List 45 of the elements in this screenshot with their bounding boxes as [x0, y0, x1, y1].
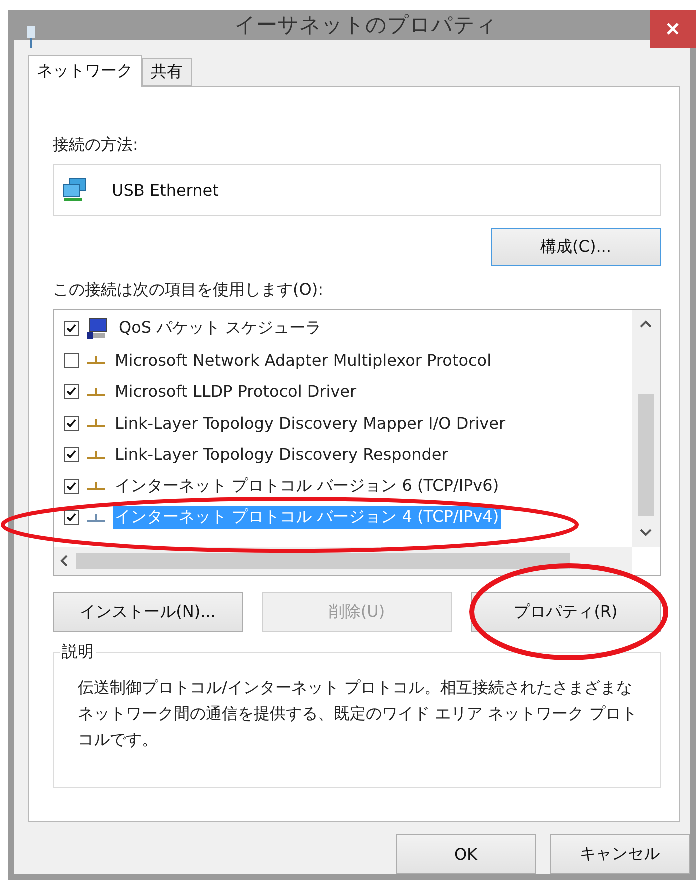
close-icon: [666, 22, 680, 36]
computer-icon: [87, 318, 109, 340]
checkbox[interactable]: [64, 510, 79, 526]
item-label[interactable]: インターネット プロトコル バージョン 6 (TCP/IPv6): [113, 474, 502, 498]
item-label[interactable]: QoS パケット スケジューラ: [117, 317, 324, 340]
adapter-name: USB Ethernet: [112, 180, 219, 200]
configure-button[interactable]: 構成(C)...: [491, 228, 661, 266]
item-label[interactable]: Link-Layer Topology Discovery Mapper I/O Driver: [113, 412, 508, 434]
dialog-button[interactable]: キャンセル: [550, 834, 690, 874]
window-title: イーサネットのプロパティ: [234, 12, 498, 39]
protocol-icon: [87, 512, 105, 524]
checkbox[interactable]: [64, 352, 79, 368]
action-button[interactable]: インストール(N)...: [53, 592, 243, 632]
items-label: この接続は次の項目を使用します(O):: [53, 280, 324, 301]
protocol-icon: [87, 386, 105, 398]
checkbox[interactable]: [64, 384, 79, 400]
checkbox[interactable]: [64, 416, 79, 431]
check-icon: [66, 323, 77, 334]
protocol-icon: [87, 354, 105, 366]
item-label[interactable]: Link-Layer Topology Discovery Responder: [113, 444, 450, 466]
check-icon: [66, 512, 77, 524]
check-icon: [66, 449, 77, 460]
scroll-up-icon[interactable]: [640, 320, 652, 328]
checkbox[interactable]: [64, 478, 79, 494]
check-icon: [66, 418, 77, 429]
network-cable-icon: [26, 24, 36, 50]
tab[interactable]: ネットワーク: [28, 55, 142, 87]
scroll-down-icon[interactable]: [640, 529, 652, 537]
dialog-button[interactable]: OK: [396, 834, 536, 874]
close-button[interactable]: [650, 10, 696, 48]
checkbox[interactable]: [64, 447, 79, 462]
protocol-icon: [87, 417, 105, 430]
tab[interactable]: 共有: [142, 58, 192, 86]
protocol-icon: [87, 448, 105, 461]
item-label[interactable]: Microsoft Network Adapter Multiplexor Protocol: [113, 350, 494, 371]
scroll-left-icon[interactable]: [60, 555, 68, 567]
description-text: 伝送制御プロトコル/インターネット プロトコル。相互接続されたさまざまなネットワーク間の通信を提供する、既定のワイド エリア ネットワーク プロトコルです。: [78, 677, 638, 751]
checkbox[interactable]: [64, 321, 79, 336]
connection-label: 接続の方法:: [53, 135, 140, 156]
item-label[interactable]: Microsoft LLDP Protocol Driver: [113, 381, 359, 402]
action-button[interactable]: プロパティ(R): [471, 592, 661, 632]
vertical-scrollbar[interactable]: [632, 310, 660, 547]
protocol-icon: [87, 480, 105, 492]
check-icon: [66, 480, 77, 492]
check-icon: [66, 386, 77, 398]
